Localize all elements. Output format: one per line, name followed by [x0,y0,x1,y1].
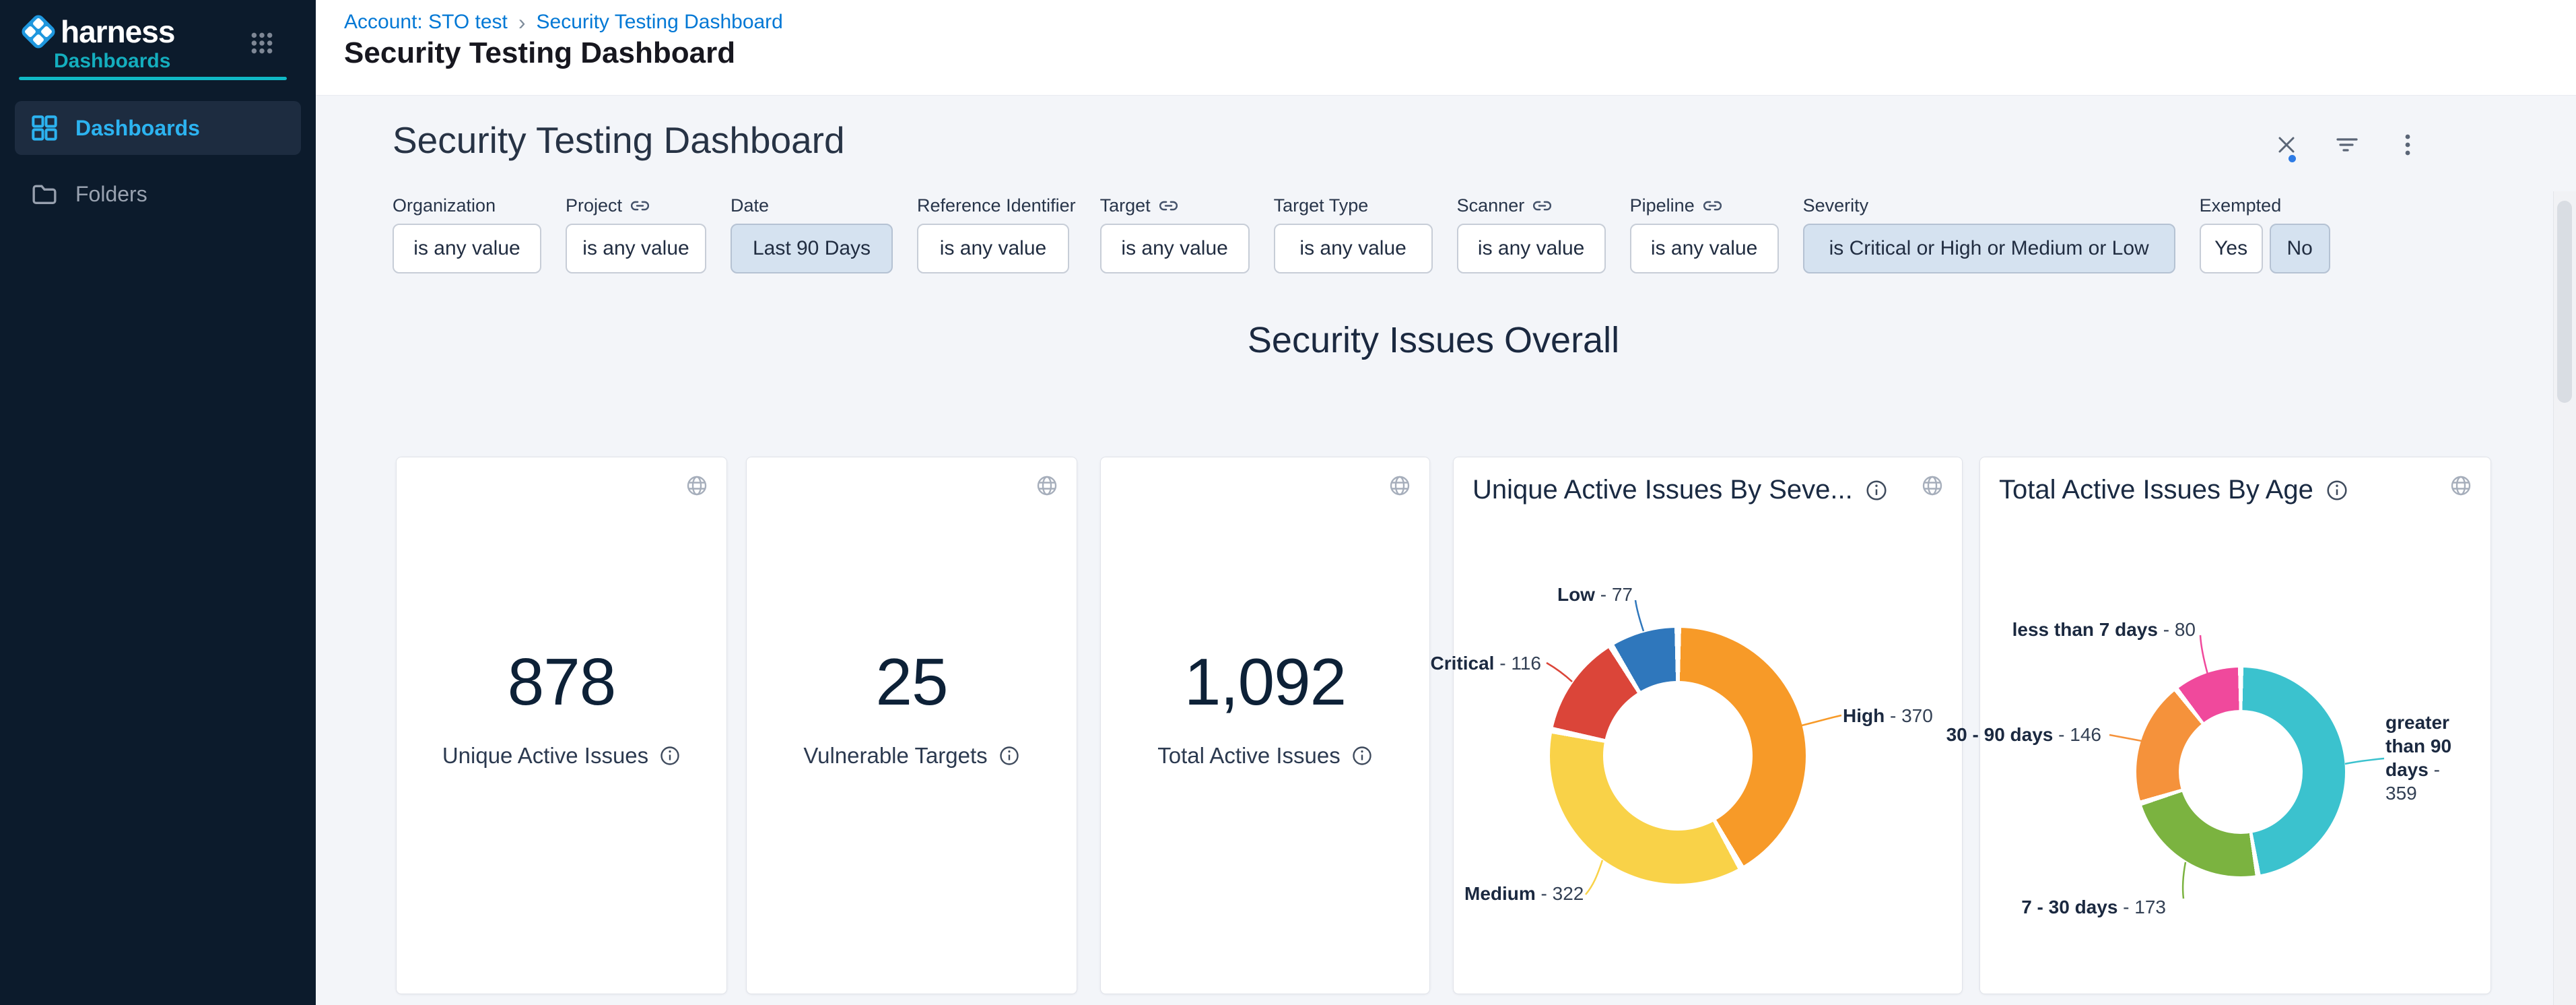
sidebar-item-dashboards[interactable]: Dashboards [15,101,301,155]
stat-label: Unique Active Issues [442,743,648,769]
filter-target-type: Target Type is any value [1274,194,1433,273]
sidebar: harness Dashboards Dashboards [0,0,316,1005]
sidebar-item-label: Folders [75,182,147,207]
filter-value-pipeline[interactable]: is any value [1630,224,1779,273]
link-icon [1533,197,1551,215]
filter-value-target[interactable]: is any value [1100,224,1250,273]
filter-label: Target [1100,195,1151,216]
stat-value: 878 [508,649,616,715]
harness-logo-icon [20,13,57,50]
donut-chart-age[interactable]: greater than 90 days - 359 7 - 30 days - … [1980,457,2490,994]
pie-slice-label: greater than 90 days - 359 [2385,711,2453,805]
filter-reference-identifier: Reference Identifier is any value [917,194,1076,273]
filter-date: Date Last 90 Days [731,194,893,273]
filter-label: Exempted [2200,195,2282,216]
breadcrumb-dashboard-link[interactable]: Security Testing Dashboard [537,11,783,34]
pie-slice-label: 30 - 90 days - 146 [1946,723,2101,746]
filter-value-severity[interactable]: is Critical or High or Medium or Low [1803,224,2175,273]
breadcrumb-account-link[interactable]: Account: STO test [344,11,508,34]
app-grid-icon[interactable] [250,32,273,55]
sidebar-nav: Dashboards Folders [15,101,301,221]
stat-label: Vulnerable Targets [803,743,987,769]
filter-icon[interactable] [2336,133,2359,156]
brand-name: harness [61,13,174,50]
close-icon[interactable] [2275,133,2298,156]
pie-slice-label: 7 - 30 days - 173 [2021,895,2166,919]
brand-underline [19,77,287,80]
filter-bar: Organization is any value Project is any… [393,194,2330,273]
dashboard-content: Security Testing Dashboard Organization … [316,96,2576,1005]
filter-label: Project [566,195,622,216]
donut-ring[interactable] [2136,668,2345,876]
filter-value-target-type[interactable]: is any value [1274,224,1433,273]
dashboard-title: Security Testing Dashboard [393,119,845,162]
filter-value-scanner[interactable]: is any value [1457,224,1606,273]
filter-value-date[interactable]: Last 90 Days [731,224,893,273]
brand[interactable]: harness [20,13,174,50]
section-title: Security Issues Overall [316,319,2551,361]
chart-card-issues-by-age: Total Active Issues By Age greater than … [1979,457,2491,994]
pie-slice-label: High - 370 [1843,704,1933,727]
sidebar-item-folders[interactable]: Folders [15,167,301,221]
link-icon [1703,197,1722,215]
vertical-scrollbar[interactable] [2553,191,2576,1005]
topbar: Account: STO test › Security Testing Das… [316,0,2576,96]
filter-label: Reference Identifier [917,195,1076,216]
dashboard-actions [2275,133,2419,156]
cursor-dot [2289,155,2296,162]
stat-card-vulnerable-targets: 25 Vulnerable Targets [746,457,1077,994]
pie-slice-label: less than 7 days - 80 [2012,618,2196,641]
sidebar-item-label: Dashboards [75,116,200,141]
stat-card-total-active-issues: 1,092 Total Active Issues [1100,457,1430,994]
link-icon [631,197,649,215]
stat-value: 25 [875,649,947,715]
pie-slice-label: Critical - 116 [1431,651,1541,675]
filter-scanner: Scanner is any value [1457,194,1606,273]
donut-ring[interactable] [1550,628,1806,884]
product-label: Dashboards [54,50,170,73]
filter-target: Target is any value [1100,194,1250,273]
link-icon [1159,197,1178,215]
filter-label: Scanner [1457,195,1525,216]
info-icon[interactable] [659,745,681,767]
filter-value-reference-identifier[interactable]: is any value [917,224,1069,273]
scrollbar-thumb[interactable] [2557,201,2572,403]
pie-slice-label: Medium - 322 [1464,882,1584,905]
filter-label: Target Type [1274,195,1369,216]
filter-pipeline: Pipeline is any value [1630,194,1779,273]
stat-value: 1,092 [1184,649,1346,715]
dashboards-icon [31,115,58,141]
stat-card-unique-active-issues: 878 Unique Active Issues [396,457,727,994]
filter-exempted: Exempted Yes No [2200,194,2330,273]
breadcrumb-separator: › [518,12,526,32]
pie-slice-label: Low - 77 [1557,583,1633,606]
filter-value-project[interactable]: is any value [566,224,706,273]
more-options-icon[interactable] [2396,133,2419,156]
donut-hole [2179,710,2303,834]
exempted-no-button[interactable]: No [2270,224,2330,273]
filter-value-organization[interactable]: is any value [393,224,541,273]
info-icon[interactable] [1351,745,1373,767]
page-title: Security Testing Dashboard [344,36,735,70]
info-icon[interactable] [998,745,1020,767]
filter-label: Organization [393,195,496,216]
exempted-yes-button[interactable]: Yes [2200,224,2263,273]
filter-severity: Severity is Critical or High or Medium o… [1803,194,2175,273]
folder-icon [31,181,58,207]
filter-project: Project is any value [566,194,706,273]
stat-label: Total Active Issues [1157,743,1340,769]
donut-chart-severity[interactable]: High - 370Medium - 322Critical - 116Low … [1454,457,1962,994]
breadcrumb: Account: STO test › Security Testing Das… [344,11,783,34]
filter-label: Date [731,195,769,216]
filter-label: Pipeline [1630,195,1695,216]
donut-hole [1603,681,1753,831]
chart-card-issues-by-severity: Unique Active Issues By Seve... High - 3… [1453,457,1963,994]
filter-organization: Organization is any value [393,194,541,273]
filter-label: Severity [1803,195,1869,216]
